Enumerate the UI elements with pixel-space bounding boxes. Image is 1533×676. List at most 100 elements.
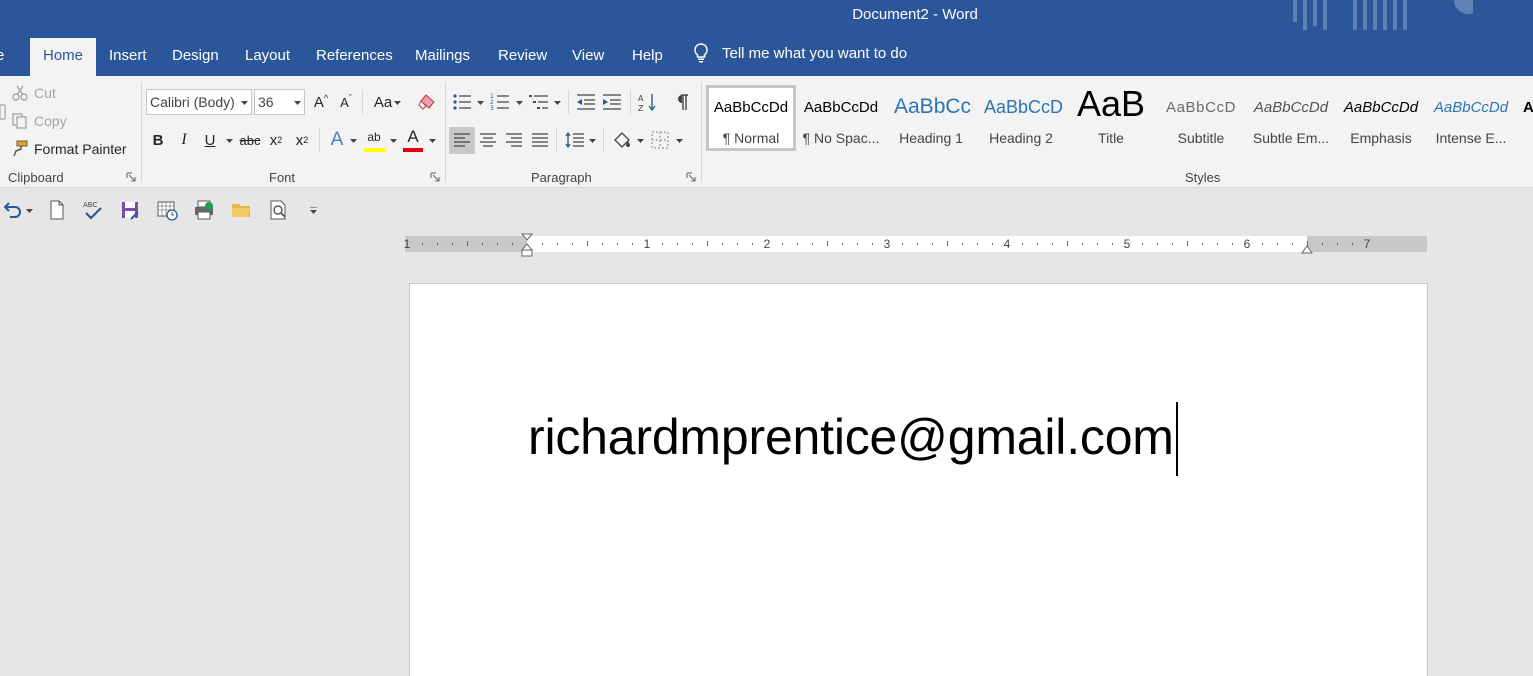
chevron-down-icon[interactable]: [241, 101, 248, 105]
chevron-down-icon[interactable]: [477, 101, 484, 105]
ruler-tick: [1037, 243, 1038, 245]
tab-file[interactable]: e: [0, 41, 4, 76]
cut-icon: [12, 85, 28, 101]
open-folder-icon[interactable]: [230, 199, 252, 221]
style-sample: AaBbCcDd: [1253, 99, 1329, 116]
right-indent-marker-icon[interactable]: [1301, 241, 1313, 254]
chevron-down-icon[interactable]: [394, 101, 401, 105]
ruler-tick: [1202, 243, 1203, 245]
tab-mailings[interactable]: Mailings: [402, 41, 483, 76]
chevron-down-icon[interactable]: [350, 139, 357, 143]
style-title[interactable]: AaB Title: [1066, 85, 1156, 151]
tab-insert[interactable]: Insert: [96, 41, 160, 76]
increase-indent-icon[interactable]: [602, 93, 622, 111]
style-sample: AaBbCcDd: [713, 99, 789, 116]
format-painter-button[interactable]: Format Painter: [34, 141, 127, 157]
multilevel-list-icon[interactable]: [529, 93, 549, 111]
bold-button[interactable]: B: [147, 129, 169, 151]
tell-me-box[interactable]: Tell me what you want to do: [692, 43, 907, 63]
tab-review[interactable]: Review: [485, 41, 560, 76]
cut-button[interactable]: Cut: [34, 85, 56, 101]
sort-icon[interactable]: AZ: [638, 92, 658, 112]
tab-home[interactable]: Home: [30, 38, 97, 76]
italic-button[interactable]: I: [173, 129, 195, 151]
ruler-tick: [857, 243, 858, 245]
separator: [603, 128, 604, 152]
shrink-font-icon: A: [340, 94, 349, 110]
change-case-button[interactable]: Aa: [370, 91, 396, 113]
copy-button[interactable]: Copy: [34, 113, 67, 129]
underline-button[interactable]: U: [199, 129, 221, 151]
align-right-icon[interactable]: [505, 133, 523, 148]
ruler-tick: [452, 243, 453, 245]
style-sample: AaBbCc: [894, 95, 972, 118]
style-no-spacing[interactable]: AaBbCcDd ¶ No Spac...: [796, 85, 886, 151]
new-document-icon[interactable]: [46, 199, 68, 221]
style-subtle-emphasis[interactable]: AaBbCcDd Subtle Em...: [1246, 85, 1336, 151]
paragraph-launcher-icon[interactable]: [686, 172, 696, 182]
shrink-font-button[interactable]: Aˇ: [335, 91, 357, 113]
document-page[interactable]: richardmprentice@gmail.com: [409, 283, 1428, 676]
clear-formatting-icon[interactable]: [417, 93, 437, 111]
chevron-down-icon[interactable]: [390, 139, 397, 143]
style-sample: AaBbCcD: [1165, 99, 1237, 116]
chevron-down-icon[interactable]: [554, 101, 561, 105]
decrease-indent-icon[interactable]: [576, 93, 596, 111]
style-more[interactable]: A: [1516, 85, 1533, 151]
tab-design[interactable]: Design: [159, 41, 232, 76]
grow-font-button[interactable]: A ^: [310, 91, 332, 113]
ruler-tick: [467, 241, 468, 246]
style-subtitle[interactable]: AaBbCcD Subtitle: [1156, 85, 1246, 151]
style-heading-2[interactable]: AaBbCcD Heading 2: [976, 85, 1066, 151]
highlight-button[interactable]: ab: [363, 126, 385, 148]
font-name-combo[interactable]: Calibri (Body): [146, 89, 252, 115]
horizontal-ruler[interactable]: 1 1 2 3 4 5 6 7: [404, 233, 1427, 257]
style-normal[interactable]: AaBbCcDd ¶ Normal: [706, 85, 796, 151]
customize-toolbar-icon[interactable]: [310, 207, 317, 214]
ruler-number: 7: [1363, 237, 1371, 251]
bullets-icon[interactable]: [452, 93, 472, 111]
calendar-schedule-icon[interactable]: [156, 199, 178, 221]
style-emphasis[interactable]: AaBbCcDd Emphasis: [1336, 85, 1426, 151]
chevron-down-icon[interactable]: [26, 209, 33, 213]
superscript-button[interactable]: x2: [291, 129, 313, 151]
numbering-icon[interactable]: 123: [490, 93, 510, 111]
shading-icon[interactable]: [612, 130, 632, 150]
align-center-icon[interactable]: [479, 133, 497, 148]
tab-help[interactable]: Help: [619, 41, 676, 76]
borders-icon[interactable]: [651, 131, 669, 149]
subscript-button[interactable]: x2: [265, 129, 287, 151]
separator: [319, 128, 320, 152]
ruler-tick: [587, 241, 588, 246]
paste-edge-icon: [0, 104, 6, 120]
save-as-icon[interactable]: [119, 199, 141, 221]
print-preview-icon[interactable]: [267, 199, 289, 221]
tab-layout[interactable]: Layout: [232, 41, 303, 76]
chevron-down-icon[interactable]: [429, 139, 436, 143]
chevron-down-icon[interactable]: [294, 101, 301, 105]
chevron-down-icon[interactable]: [226, 139, 233, 143]
font-launcher-icon[interactable]: [430, 172, 440, 182]
document-text[interactable]: richardmprentice@gmail.com: [528, 408, 1174, 466]
show-formatting-marks-icon[interactable]: [674, 93, 690, 111]
text-effects-button[interactable]: A: [326, 129, 348, 151]
justify-icon[interactable]: [531, 133, 549, 148]
tab-references[interactable]: References: [303, 41, 406, 76]
spelling-icon[interactable]: ABC: [82, 199, 104, 221]
indent-marker-icon[interactable]: [521, 233, 533, 259]
undo-icon[interactable]: [2, 199, 24, 221]
style-heading-1[interactable]: AaBbCc Heading 1: [886, 85, 976, 151]
font-color-button[interactable]: A: [402, 126, 424, 148]
line-spacing-icon[interactable]: [565, 131, 585, 149]
chevron-down-icon[interactable]: [676, 139, 683, 143]
style-intense-emphasis[interactable]: AaBbCcDd Intense E...: [1426, 85, 1516, 151]
print-icon[interactable]: [193, 199, 215, 221]
style-name: Heading 1: [899, 130, 963, 146]
chevron-down-icon[interactable]: [589, 139, 596, 143]
chevron-down-icon[interactable]: [637, 139, 644, 143]
tab-view[interactable]: View: [559, 41, 617, 76]
align-left-button[interactable]: [449, 127, 475, 154]
clipboard-launcher-icon[interactable]: [126, 172, 136, 182]
chevron-down-icon[interactable]: [516, 101, 523, 105]
strikethrough-button[interactable]: abc: [237, 129, 263, 151]
